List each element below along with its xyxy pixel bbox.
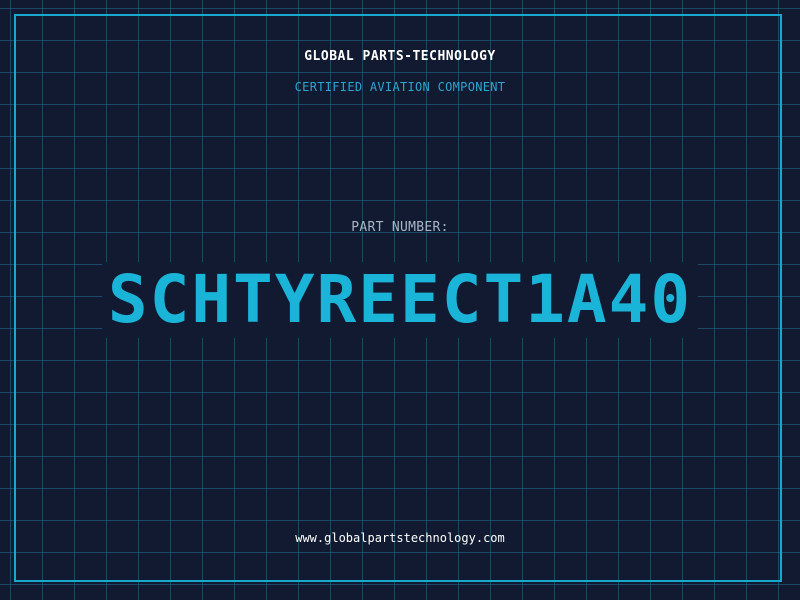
company-name: GLOBAL PARTS-TECHNOLOGY [304,49,496,64]
certification-subtitle: CERTIFIED AVIATION COMPONENT [294,80,506,94]
website-url[interactable]: www.globalpartstechnology.com [0,531,800,545]
part-number-value: SCHTYREECT1A40 [0,262,800,338]
part-number-label: PART NUMBER: [351,220,449,235]
part-number-text: SCHTYREECT1A40 [101,262,699,338]
